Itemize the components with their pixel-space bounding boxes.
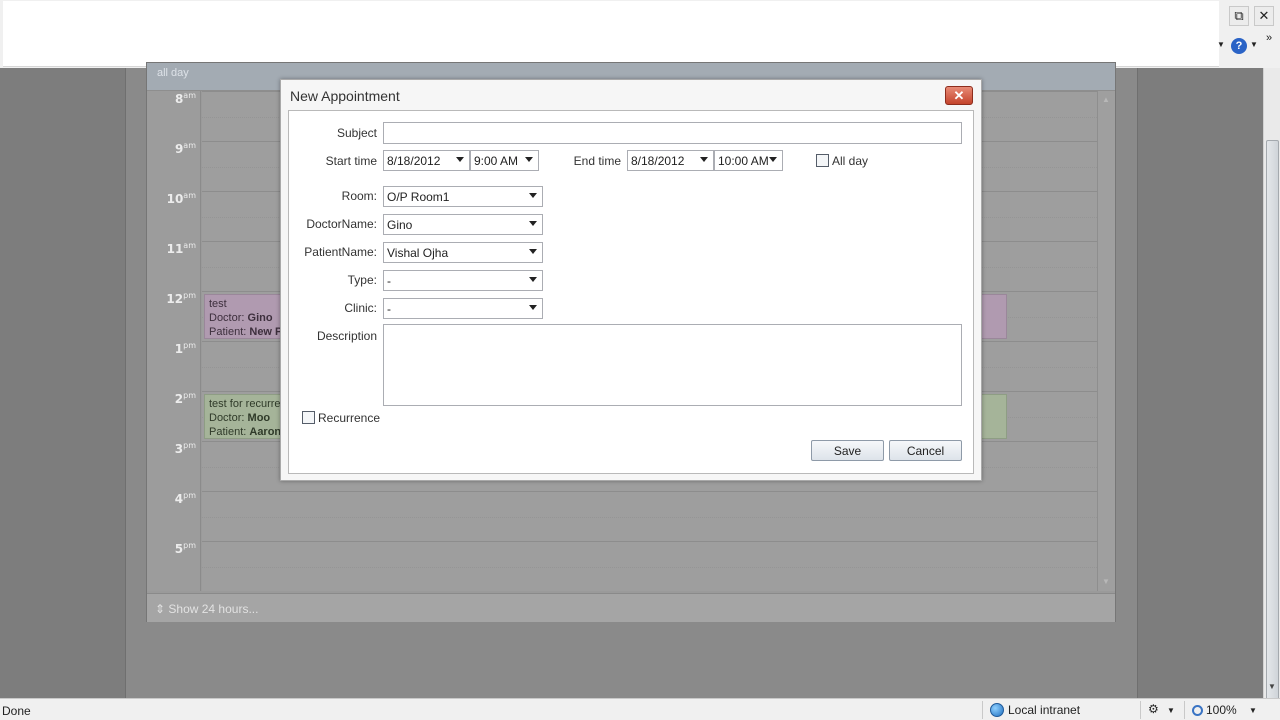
chevron-down-icon <box>529 277 537 282</box>
dialog-title: New Appointment <box>290 88 400 104</box>
status-text: Done <box>2 704 31 718</box>
type-label: Type: <box>347 273 377 287</box>
tools-dropdown-icon[interactable]: ▼ <box>1217 40 1225 49</box>
doctor-name-select[interactable]: Gino <box>383 214 543 235</box>
clinic-select[interactable]: - <box>383 298 543 319</box>
start-date-picker[interactable]: 8/18/2012 <box>383 150 470 171</box>
end-time-label: End time <box>573 154 621 168</box>
hour-label: 2pm <box>174 391 196 406</box>
doctor-name-value: Gino <box>387 218 413 232</box>
scroll-down-icon[interactable]: ▼ <box>1268 682 1276 691</box>
hour-label: 11am <box>166 241 196 256</box>
help-icon[interactable]: ? <box>1231 38 1247 54</box>
chevron-down-icon <box>529 249 537 254</box>
zoom-level: 100% <box>1206 703 1237 717</box>
patient-name-label: PatientName: <box>304 245 377 259</box>
doctor-name-label: DoctorName: <box>306 217 377 231</box>
subject-input[interactable] <box>383 122 962 144</box>
cancel-button[interactable]: Cancel <box>889 440 962 461</box>
patient-name-value: Vishal Ojha <box>387 246 449 260</box>
hour-label: 10am <box>166 191 196 206</box>
dialog-close-button[interactable]: ✕ <box>945 86 973 105</box>
scheduler-scrollbar[interactable]: ▲ ▼ <box>1097 91 1115 591</box>
type-value: - <box>387 274 391 288</box>
description-label: Description <box>316 329 377 343</box>
help-dropdown-icon[interactable]: ▼ <box>1250 40 1258 49</box>
type-select[interactable]: - <box>383 270 543 291</box>
protected-mode-icon[interactable]: ⚙ <box>1148 702 1159 716</box>
browser-scrollbar[interactable]: ▼ <box>1263 68 1280 710</box>
chevron-down-icon <box>769 157 777 162</box>
hour-label: 8am <box>174 91 196 106</box>
chevron-down-icon <box>529 221 537 226</box>
chevron-down-icon <box>700 157 708 162</box>
description-textarea[interactable] <box>383 324 962 406</box>
end-time-picker[interactable]: 10:00 AM <box>714 150 783 171</box>
time-column: 8am 9am 10am 11am 12pm 1pm 2pm 3pm 4pm 5… <box>147 91 201 591</box>
chevron-down-icon <box>456 157 464 162</box>
all-day-label: all day <box>157 67 189 79</box>
clinic-value: - <box>387 302 391 316</box>
show-24-hours-link[interactable]: ⇕ Show 24 hours... <box>155 602 258 616</box>
hour-label: 12pm <box>166 291 196 306</box>
restore-window-button[interactable]: ⧉ <box>1229 6 1249 26</box>
zone-label: Local intranet <box>1008 703 1081 717</box>
scroll-up-icon[interactable]: ▲ <box>1102 95 1110 104</box>
start-date-value: 8/18/2012 <box>387 154 441 168</box>
all-day-checkbox[interactable] <box>816 154 829 167</box>
start-time-label: Start time <box>325 154 377 168</box>
globe-icon <box>990 703 1004 717</box>
room-select[interactable]: O/P Room1 <box>383 186 543 207</box>
scrollbar-thumb[interactable] <box>1266 140 1279 710</box>
zoom-control[interactable]: 100% <box>1192 703 1237 717</box>
hour-slot[interactable] <box>202 491 1097 541</box>
all-day-label: All day <box>832 154 869 168</box>
toolbar-blank-area <box>3 1 1219 67</box>
status-bar: Done Local intranet ⚙ ▼ 100% ▼ <box>0 698 1280 720</box>
security-zone[interactable]: Local intranet <box>990 703 1080 717</box>
hour-label: 9am <box>174 141 196 156</box>
dialog-form: Subject Start time 8/18/2012 9:00 AM End… <box>288 110 974 474</box>
close-window-button[interactable]: ✕ <box>1254 6 1274 26</box>
zoom-icon <box>1192 704 1203 716</box>
room-value: O/P Room1 <box>387 190 450 204</box>
hour-label: 1pm <box>174 341 196 356</box>
browser-toolbar: ⧉ ✕ ▼ ? ▼ » <box>0 0 1280 68</box>
zoom-dropdown-icon[interactable]: ▼ <box>1249 706 1257 715</box>
scheduler-footer: ⇕ Show 24 hours... <box>147 593 1115 622</box>
end-date-picker[interactable]: 8/18/2012 <box>627 150 714 171</box>
recurrence-checkbox[interactable] <box>302 411 315 424</box>
hour-label: 5pm <box>174 541 196 556</box>
start-time-picker[interactable]: 9:00 AM <box>470 150 539 171</box>
hour-slot[interactable] <box>202 541 1097 591</box>
chevron-down-icon <box>529 305 537 310</box>
save-button[interactable]: Save <box>811 440 884 461</box>
hour-label: 3pm <box>174 441 196 456</box>
start-time-value: 9:00 AM <box>474 154 519 168</box>
hour-label: 4pm <box>174 491 196 506</box>
end-time-value: 10:00 AM <box>718 154 769 168</box>
patient-name-select[interactable]: Vishal Ojha <box>383 242 543 263</box>
chevron-down-icon[interactable]: ▼ <box>1167 706 1175 715</box>
clinic-label: Clinic: <box>344 301 377 315</box>
recurrence-label: Recurrence <box>318 411 381 425</box>
end-date-value: 8/18/2012 <box>631 154 685 168</box>
toolbar-overflow-icon[interactable]: » <box>1266 32 1272 44</box>
new-appointment-dialog: New Appointment ✕ Subject Start time 8/1… <box>280 79 982 481</box>
scroll-down-icon[interactable]: ▼ <box>1102 577 1110 586</box>
chevron-down-icon <box>525 157 533 162</box>
chevron-down-icon <box>529 193 537 198</box>
subject-label: Subject <box>336 126 377 140</box>
room-label: Room: <box>341 189 377 203</box>
